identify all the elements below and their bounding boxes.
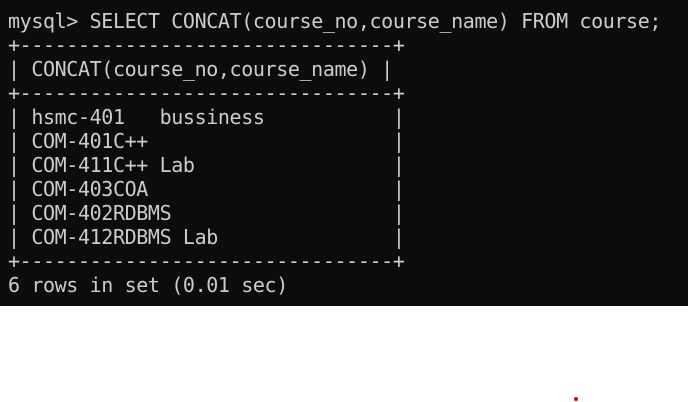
blank-area [0,306,688,402]
table-border-mid: +--------------------------------+ [8,81,405,105]
table-row: | COM-411C++ Lab | [8,153,405,177]
table-row: | hsmc-401 bussiness | [8,105,405,129]
sql-command: SELECT CONCAT(course_no,course_name) FRO… [89,9,662,33]
marker-dot [574,397,578,401]
table-row: | COM-401C++ | [8,129,405,153]
table-row: | COM-412RDBMS Lab | [8,225,405,249]
table-border-top: +--------------------------------+ [8,33,405,57]
command-line: mysql> SELECT CONCAT(course_no,course_na… [8,9,688,33]
terminal-window[interactable]: mysql> SELECT CONCAT(course_no,course_na… [0,0,688,306]
table-row: | COM-402RDBMS | [8,201,405,225]
table-header: | CONCAT(course_no,course_name) | [8,57,393,81]
table-border-bottom: +--------------------------------+ [8,249,405,273]
table-row: | COM-403COA | [8,177,405,201]
result-summary: 6 rows in set (0.01 sec) [8,273,288,297]
mysql-prompt: mysql> [8,9,90,33]
